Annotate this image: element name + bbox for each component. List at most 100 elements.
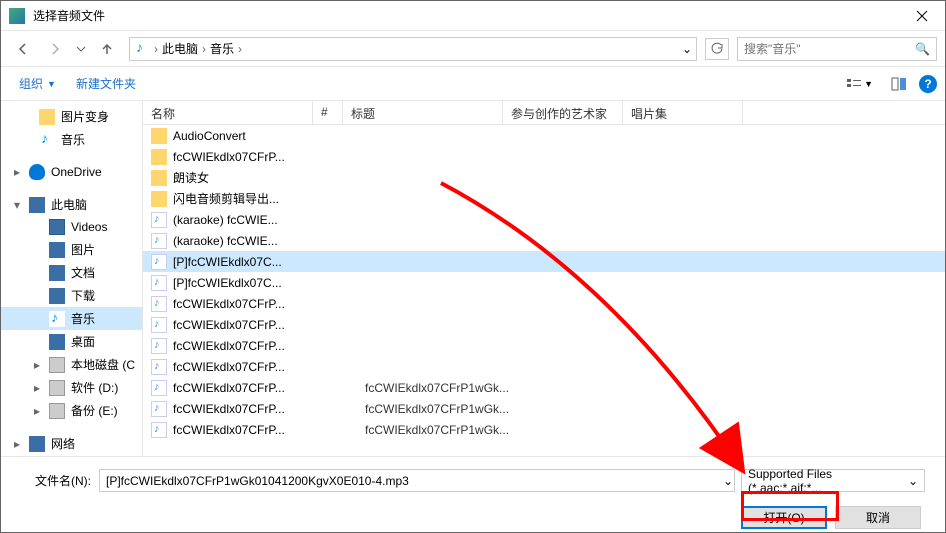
open-button[interactable]: 打开(O) xyxy=(741,506,827,529)
file-row[interactable]: 闪电音频剪辑导出... xyxy=(143,188,945,209)
tree-item[interactable]: 桌面 xyxy=(1,330,142,353)
col-album[interactable]: 唱片集 xyxy=(623,101,743,124)
net-icon xyxy=(29,436,45,452)
tree-label: 网络 xyxy=(51,435,75,452)
cancel-button[interactable]: 取消 xyxy=(835,506,921,529)
cloud-icon xyxy=(29,164,45,180)
audio-icon xyxy=(151,317,167,333)
tree-label: 本地磁盘 (C xyxy=(71,356,135,373)
new-folder-button[interactable]: 新建文件夹 xyxy=(66,71,146,96)
dialog-footer: 文件名(N): ⌄ Supported Files (*.aac;*.aif;*… xyxy=(1,456,945,532)
search-box[interactable]: 🔍 xyxy=(737,37,937,61)
file-name: fcCWIEkdlx07CFrP... xyxy=(173,339,323,353)
disk-icon xyxy=(49,380,65,396)
folder-icon xyxy=(151,191,167,207)
back-button[interactable] xyxy=(9,37,37,61)
file-row[interactable]: fcCWIEkdlx07CFrP... xyxy=(143,356,945,377)
doc-icon xyxy=(49,265,65,281)
tree-item[interactable]: Videos xyxy=(1,216,142,238)
tree-label: 下载 xyxy=(71,287,95,304)
file-title: fcCWIEkdlx07CFrP1wGk... xyxy=(365,423,685,437)
file-name: fcCWIEkdlx07CFrP... xyxy=(173,423,323,437)
disk-icon xyxy=(49,403,65,419)
tree-item[interactable]: 下载 xyxy=(1,284,142,307)
vid-icon xyxy=(49,219,65,235)
file-row[interactable]: (karaoke) fcCWIE... xyxy=(143,209,945,230)
tree-item[interactable]: ▸本地磁盘 (C xyxy=(1,353,142,376)
music-icon xyxy=(49,311,65,327)
title-bar: 选择音频文件 xyxy=(1,1,945,31)
folder-icon xyxy=(151,170,167,186)
audio-icon xyxy=(151,212,167,228)
col-name[interactable]: 名称 xyxy=(143,101,313,124)
forward-button[interactable] xyxy=(41,37,69,61)
file-name: AudioConvert xyxy=(173,129,323,143)
file-row[interactable]: (karaoke) fcCWIE... xyxy=(143,230,945,251)
up-button[interactable] xyxy=(93,37,121,61)
chevron-down-icon[interactable]: ⌄ xyxy=(682,42,692,56)
col-index[interactable]: # xyxy=(313,101,343,124)
window-title: 选择音频文件 xyxy=(33,7,899,24)
tree-item[interactable]: 图片变身 xyxy=(1,105,142,128)
file-name: fcCWIEkdlx07CFrP... xyxy=(173,381,323,395)
filename-input[interactable] xyxy=(99,469,735,492)
tree-label: 音乐 xyxy=(71,310,95,327)
file-row[interactable]: fcCWIEkdlx07CFrP...fcCWIEkdlx07CFrP1wGk.… xyxy=(143,398,945,419)
toolbar: 组织 ▼ 新建文件夹 ▼ ? xyxy=(1,67,945,101)
audio-icon xyxy=(151,380,167,396)
help-button[interactable]: ? xyxy=(919,75,937,93)
file-type-filter[interactable]: Supported Files (*.aac;*.aif;*...⌄ xyxy=(741,469,925,492)
search-input[interactable] xyxy=(744,42,915,56)
close-button[interactable] xyxy=(899,1,945,31)
tree-item[interactable]: ▾此电脑 xyxy=(1,193,142,216)
search-icon[interactable]: 🔍 xyxy=(915,42,930,56)
file-name: [P]fcCWIEkdlx07C... xyxy=(173,255,323,269)
file-row[interactable]: AudioConvert xyxy=(143,125,945,146)
breadcrumb[interactable]: › 此电脑 › 音乐 › ⌄ xyxy=(129,37,697,61)
audio-icon xyxy=(151,359,167,375)
tree-label: 图片 xyxy=(71,241,95,258)
file-row[interactable]: fcCWIEkdlx07CFrP...fcCWIEkdlx07CFrP1wGk.… xyxy=(143,377,945,398)
crumb-root[interactable]: 此电脑 xyxy=(162,40,198,57)
file-row[interactable]: [P]fcCWIEkdlx07C... xyxy=(143,251,945,272)
tree-item[interactable]: ▸备份 (E:) xyxy=(1,399,142,422)
tree-item[interactable]: 文档 xyxy=(1,261,142,284)
tree-item[interactable]: ▸网络 xyxy=(1,432,142,455)
audio-icon xyxy=(151,338,167,354)
file-row[interactable]: fcCWIEkdlx07CFrP... xyxy=(143,335,945,356)
audio-icon xyxy=(151,275,167,291)
file-name: 闪电音频剪辑导出... xyxy=(173,190,323,207)
view-options[interactable]: ▼ xyxy=(840,75,879,93)
tree-item[interactable]: 音乐 xyxy=(1,128,142,151)
tree-item[interactable]: ▸软件 (D:) xyxy=(1,376,142,399)
preview-toggle[interactable] xyxy=(885,75,913,93)
tree-item[interactable]: 图片 xyxy=(1,238,142,261)
file-row[interactable]: fcCWIEkdlx07CFrP... xyxy=(143,146,945,167)
tree-label: 文档 xyxy=(71,264,95,281)
file-row[interactable]: fcCWIEkdlx07CFrP... fcCWIEkdlx07CFrP1wGk.… xyxy=(143,419,945,440)
refresh-button[interactable] xyxy=(705,38,729,60)
file-row[interactable]: fcCWIEkdlx07CFrP... xyxy=(143,314,945,335)
col-artist[interactable]: 参与创作的艺术家 xyxy=(503,101,623,124)
crumb-folder[interactable]: 音乐 xyxy=(210,40,234,57)
tree-label: 软件 (D:) xyxy=(71,379,118,396)
file-row[interactable]: [P]fcCWIEkdlx07C... xyxy=(143,272,945,293)
tree-label: 备份 (E:) xyxy=(71,402,118,419)
filename-label: 文件名(N): xyxy=(21,472,91,489)
audio-icon xyxy=(151,422,167,438)
file-name: 朗读女 xyxy=(173,169,323,186)
file-row[interactable]: 朗读女 xyxy=(143,167,945,188)
organize-menu[interactable]: 组织 ▼ xyxy=(9,71,66,96)
col-title[interactable]: 标题 xyxy=(343,101,503,124)
file-name: fcCWIEkdlx07CFrP... xyxy=(173,318,323,332)
file-name: fcCWIEkdlx07CFrP... xyxy=(173,402,323,416)
file-row[interactable]: fcCWIEkdlx07CFrP... xyxy=(143,293,945,314)
app-icon xyxy=(9,8,25,24)
folder-icon xyxy=(39,109,55,125)
recent-dropdown[interactable] xyxy=(73,37,89,61)
tree-item[interactable]: 音乐 xyxy=(1,307,142,330)
audio-icon xyxy=(151,254,167,270)
tree-item[interactable]: ▸OneDrive xyxy=(1,161,142,183)
nav-bar: › 此电脑 › 音乐 › ⌄ 🔍 xyxy=(1,31,945,67)
nav-tree: 图片变身音乐▸OneDrive▾此电脑Videos图片文档下载音乐桌面▸本地磁盘… xyxy=(1,101,143,456)
